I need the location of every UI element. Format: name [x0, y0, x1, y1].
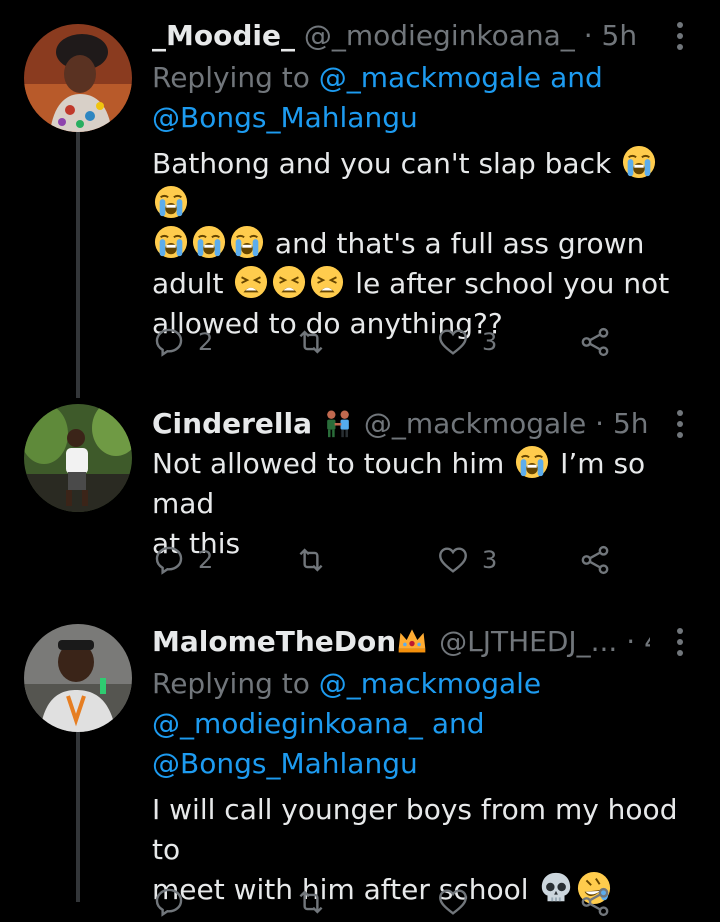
mention-link[interactable]: @_mackmogale [319, 667, 541, 700]
reply-icon [152, 325, 186, 359]
mention-link[interactable]: @Bongs_Mahlangu [152, 101, 418, 134]
mention-and: and [431, 707, 485, 740]
tweet-text-line: Bathong and you can't slap back [152, 147, 612, 180]
timestamp[interactable]: 5h [602, 19, 638, 52]
tweet-header: Cinderella @_mackmogale · 5h [152, 404, 650, 444]
sob-emoji-icon [230, 225, 264, 259]
mention-link[interactable]: @Bongs_Mahlangu [152, 747, 418, 780]
weary-emoji-icon [310, 265, 344, 299]
like-count: 3 [482, 328, 498, 356]
reply-button[interactable] [152, 882, 186, 922]
user-handle[interactable]: @LJTHEDJ_... [439, 625, 617, 658]
like-icon [436, 885, 470, 919]
tweet[interactable]: _Moodie_ @_modieginkoana_ · 5h Replying … [0, 0, 720, 390]
display-name[interactable]: MalomeTheDon [152, 625, 396, 658]
retweet-button[interactable] [294, 882, 328, 922]
sob-emoji-icon [154, 185, 188, 219]
separator: · [626, 625, 636, 658]
retweet-icon [294, 325, 328, 359]
avatar[interactable] [24, 404, 132, 512]
retweet-icon [294, 885, 328, 919]
couple-emoji-icon [323, 408, 353, 438]
display-name[interactable]: _Moodie_ [152, 19, 295, 52]
display-name[interactable]: Cinderella [152, 407, 312, 440]
more-icon[interactable] [670, 622, 690, 662]
sob-emoji-icon [515, 445, 549, 479]
timestamp[interactable]: 5h [613, 407, 649, 440]
weary-emoji-icon [272, 265, 306, 299]
tweet-header: _Moodie_ @_modieginkoana_ · 5h [152, 16, 650, 56]
reply-icon [152, 885, 186, 919]
timestamp[interactable]: 4h [644, 625, 650, 658]
more-icon[interactable] [670, 404, 690, 444]
sob-emoji-icon [622, 145, 656, 179]
retweet-button[interactable] [294, 540, 328, 580]
retweet-button[interactable] [294, 322, 328, 362]
replying-to: Replying to @_mackmogale @_modieginkoana… [152, 664, 680, 784]
replying-to: Replying to @_mackmogale and @Bongs_Mahl… [152, 58, 680, 138]
like-count: 3 [482, 546, 498, 574]
share-icon [578, 885, 612, 919]
user-handle[interactable]: @_modieginkoana_ [304, 19, 575, 52]
share-button[interactable] [578, 540, 612, 580]
more-icon[interactable] [670, 16, 690, 56]
like-button[interactable]: 3 [436, 322, 497, 362]
tweet[interactable]: MalomeTheDon @LJTHEDJ_... · 4h Replying … [0, 610, 720, 897]
sob-emoji-icon [192, 225, 226, 259]
replying-prefix: Replying to [152, 667, 310, 700]
like-button[interactable]: 3 [436, 540, 497, 580]
mention-link[interactable]: @_modieginkoana_ [152, 707, 423, 740]
tweet-text-line: adult [152, 267, 224, 300]
share-icon [578, 325, 612, 359]
like-button[interactable] [436, 882, 470, 922]
tweet-text-line: I will call younger boys from my hood to [152, 793, 678, 866]
share-button[interactable] [578, 882, 612, 922]
sob-emoji-icon [154, 225, 188, 259]
reply-count: 2 [198, 328, 214, 356]
user-handle[interactable]: @_mackmogale [364, 407, 586, 440]
like-icon [436, 543, 470, 577]
tweet-text-line: le after school you not [355, 267, 670, 300]
mention-link[interactable]: @_mackmogale [319, 61, 541, 94]
separator: · [595, 407, 605, 440]
share-icon [578, 543, 612, 577]
separator: · [583, 19, 593, 52]
tweet-text-line: Not allowed to touch him [152, 447, 505, 480]
share-button[interactable] [578, 322, 612, 362]
action-bar: 2 3 [152, 540, 696, 580]
action-bar: 2 3 [152, 322, 696, 362]
reply-button[interactable]: 2 [152, 322, 213, 362]
reply-count: 2 [198, 546, 214, 574]
retweet-icon [294, 543, 328, 577]
action-bar [152, 882, 696, 922]
replying-prefix: Replying to [152, 61, 310, 94]
tweet-text-line: and that's a full ass grown [274, 227, 645, 260]
like-icon [436, 325, 470, 359]
tweet-header: MalomeTheDon @LJTHEDJ_... · 4h [152, 622, 650, 662]
reply-button[interactable]: 2 [152, 540, 213, 580]
crown-emoji-icon [396, 624, 428, 656]
weary-emoji-icon [234, 265, 268, 299]
avatar[interactable] [24, 24, 132, 132]
tweet-text: Bathong and you can't slap back and that… [152, 144, 696, 344]
mention-and: and [550, 61, 603, 94]
reply-icon [152, 543, 186, 577]
tweet[interactable]: Cinderella @_mackmogale · 5h Not allowed… [0, 390, 720, 610]
avatar[interactable] [24, 624, 132, 732]
